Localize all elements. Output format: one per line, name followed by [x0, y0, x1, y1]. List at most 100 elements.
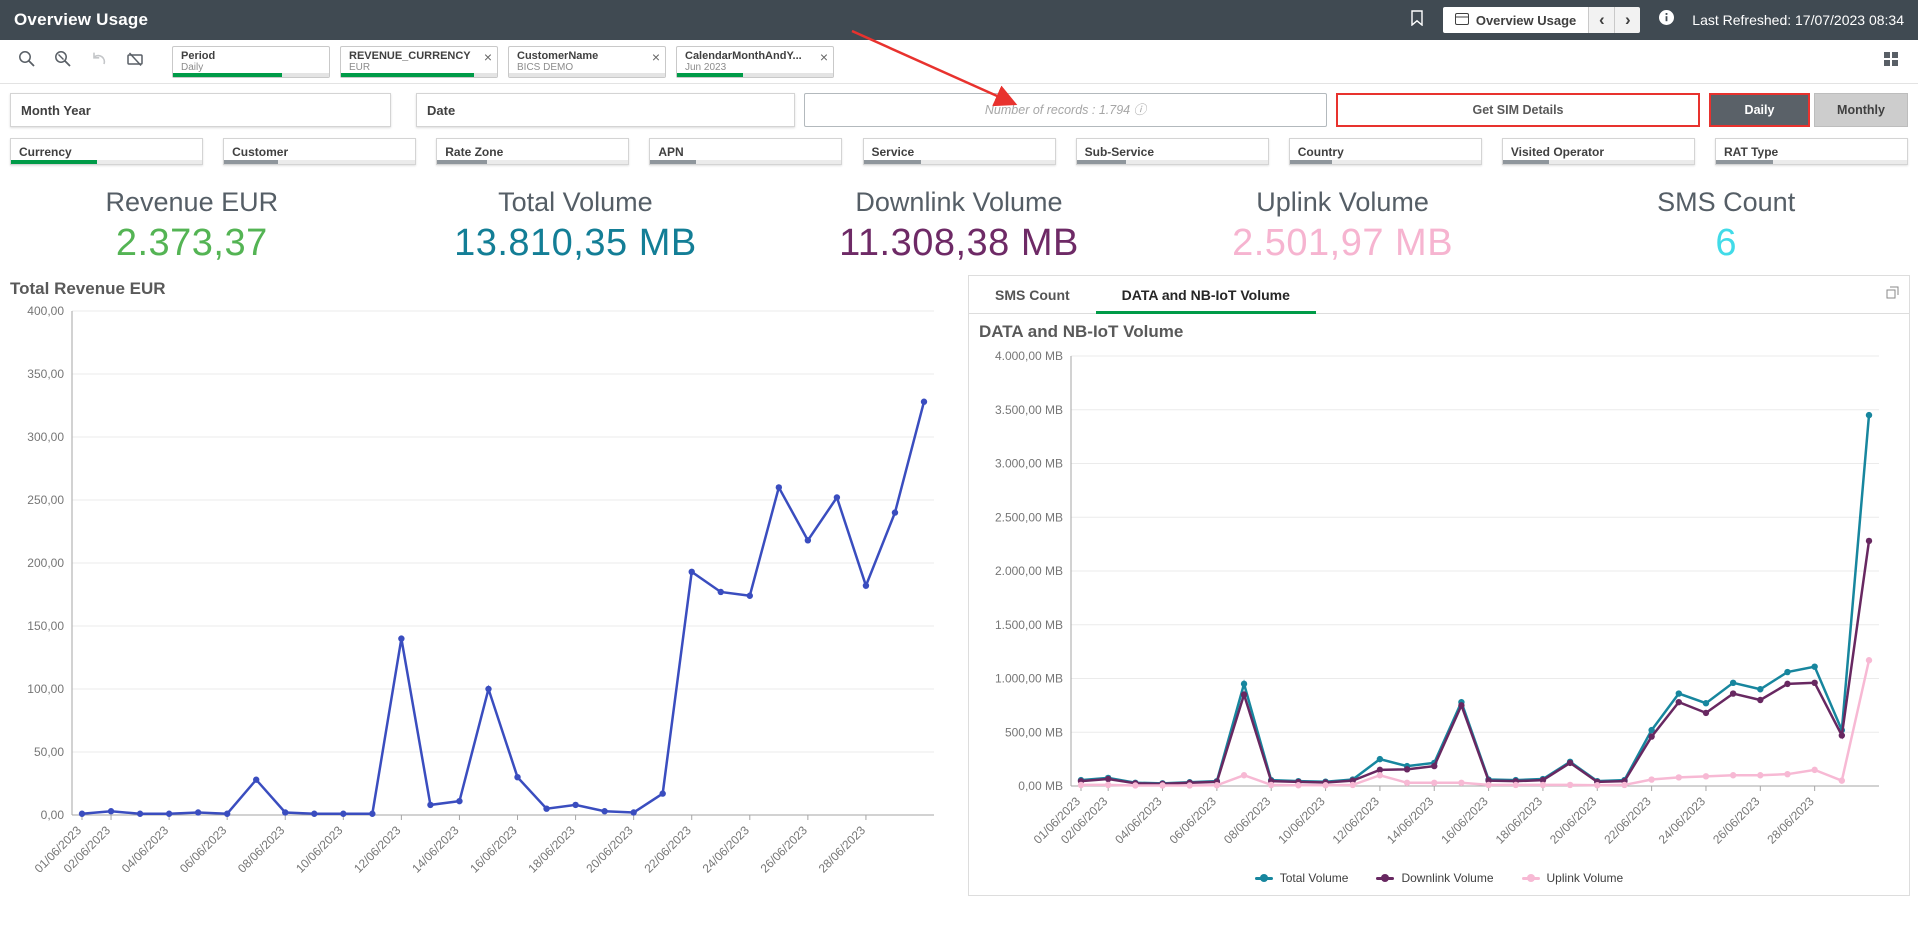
selections-back-button[interactable]: [84, 47, 114, 77]
svg-text:16/06/2023: 16/06/2023: [467, 823, 520, 876]
smart-search-button[interactable]: [12, 47, 42, 77]
pill-title: CustomerName: [517, 50, 645, 62]
revenue-line-chart[interactable]: 0,0050,00100,00150,00200,00250,00300,003…: [8, 301, 956, 896]
svg-text:250,00: 250,00: [27, 493, 64, 507]
filter-bar-dimensions: Currency Customer Rate Zone APN Service …: [0, 134, 1918, 175]
pill-value: BICS DEMO: [517, 62, 645, 73]
info-button[interactable]: [1652, 6, 1680, 34]
selections-clear-search-button[interactable]: [48, 47, 78, 77]
selection-pill-customer-name[interactable]: CustomerName BICS DEMO ×: [508, 46, 666, 78]
filter-selection-bar: [650, 160, 841, 164]
legend-label: Downlink Volume: [1401, 871, 1493, 885]
monthly-button[interactable]: Monthly: [1814, 93, 1908, 127]
chart-title: Total Revenue EUR: [8, 275, 956, 301]
svg-text:10/06/2023: 10/06/2023: [1275, 794, 1328, 847]
chevron-left-icon: ‹: [1599, 10, 1605, 30]
close-icon[interactable]: ×: [820, 50, 828, 64]
button-label: Daily: [1745, 103, 1775, 117]
service-filter[interactable]: Service: [863, 138, 1056, 165]
chart-title: DATA and NB-IoT Volume: [969, 314, 1909, 342]
last-refreshed-text: Last Refreshed: 17/07/2023 08:34: [1692, 12, 1904, 28]
sheet-navigator: Overview Usage ‹ ›: [1443, 7, 1640, 33]
info-icon: [1658, 9, 1675, 31]
selections-toolbar: Period Daily × REVENUE_CURRENCY EUR × Cu…: [0, 40, 1918, 84]
grid-view-button[interactable]: [1876, 47, 1906, 77]
kpi-title: Uplink Volume: [1151, 187, 1535, 218]
visited-operator-filter[interactable]: Visited Operator: [1502, 138, 1695, 165]
pill-selection-bar: [677, 73, 833, 77]
svg-text:04/06/2023: 04/06/2023: [1112, 794, 1165, 847]
svg-text:04/06/2023: 04/06/2023: [119, 823, 172, 876]
rate-zone-filter[interactable]: Rate Zone: [436, 138, 629, 165]
month-year-filter[interactable]: Month Year: [10, 93, 391, 127]
svg-text:26/06/2023: 26/06/2023: [758, 823, 811, 876]
kpi-value: 6: [1534, 222, 1918, 265]
selection-pill-revenue-currency[interactable]: REVENUE_CURRENCY EUR ×: [340, 46, 498, 78]
pill-value: EUR: [349, 62, 477, 73]
sub-service-filter[interactable]: Sub-Service: [1076, 138, 1269, 165]
legend-item-downlink-volume[interactable]: Downlink Volume: [1376, 871, 1493, 885]
sheet-selector-button[interactable]: Overview Usage: [1443, 7, 1588, 33]
sheet-icon: [1455, 13, 1469, 28]
tab-sms-count[interactable]: SMS Count: [969, 276, 1096, 313]
filter-label: Customer: [232, 145, 288, 159]
date-filter[interactable]: Date: [416, 93, 795, 127]
tab-data-nbiot-volume[interactable]: DATA and NB-IoT Volume: [1096, 276, 1316, 313]
svg-text:12/06/2023: 12/06/2023: [351, 823, 404, 876]
svg-text:2.000,00 MB: 2.000,00 MB: [995, 564, 1063, 578]
filter-label: Rate Zone: [445, 145, 503, 159]
sheet-name: Overview Usage: [1476, 13, 1576, 28]
svg-text:16/06/2023: 16/06/2023: [1438, 794, 1491, 847]
page-title: Overview Usage: [14, 10, 148, 30]
kpi-revenue: Revenue EUR 2.373,37: [0, 187, 384, 265]
selection-pill-period[interactable]: Period Daily ×: [172, 46, 330, 78]
svg-text:10/06/2023: 10/06/2023: [293, 823, 346, 876]
filter-selection-bar: [1716, 160, 1907, 164]
close-icon[interactable]: ×: [484, 50, 492, 64]
svg-text:14/06/2023: 14/06/2023: [409, 823, 462, 876]
next-sheet-button[interactable]: ›: [1614, 7, 1640, 33]
kpi-title: SMS Count: [1534, 187, 1918, 218]
selection-pill-calendar-month[interactable]: CalendarMonthAndY... Jun 2023 ×: [676, 46, 834, 78]
pill-title: CalendarMonthAndY...: [685, 50, 813, 62]
svg-text:1.500,00 MB: 1.500,00 MB: [995, 618, 1063, 632]
svg-text:300,00: 300,00: [27, 430, 64, 444]
svg-text:28/06/2023: 28/06/2023: [1764, 794, 1817, 847]
previous-sheet-button[interactable]: ‹: [1588, 7, 1614, 33]
clear-selections-button[interactable]: [120, 47, 150, 77]
pill-value: Jun 2023: [685, 62, 813, 73]
legend-marker: [1376, 877, 1394, 880]
number-of-records-input[interactable]: [804, 93, 1327, 127]
svg-text:24/06/2023: 24/06/2023: [700, 823, 753, 876]
svg-text:20/06/2023: 20/06/2023: [583, 823, 636, 876]
legend-item-total-volume[interactable]: Total Volume: [1255, 871, 1349, 885]
country-filter[interactable]: Country: [1289, 138, 1482, 165]
svg-text:08/06/2023: 08/06/2023: [1221, 794, 1274, 847]
volume-line-chart[interactable]: 0,00 MB500,00 MB1.000,00 MB1.500,00 MB2.…: [969, 342, 1909, 867]
filter-selection-bar: [437, 160, 628, 164]
legend-item-uplink-volume[interactable]: Uplink Volume: [1522, 871, 1624, 885]
kpi-value: 11.308,38 MB: [767, 222, 1151, 265]
expand-panel-button[interactable]: [1875, 276, 1909, 313]
filter-label: Service: [872, 145, 915, 159]
daily-button[interactable]: Daily: [1709, 93, 1810, 127]
button-label: Monthly: [1837, 103, 1885, 117]
pill-selection-bar: [509, 73, 665, 77]
get-sim-details-button[interactable]: Get SIM Details: [1336, 93, 1700, 127]
currency-filter[interactable]: Currency: [10, 138, 203, 165]
svg-text:06/06/2023: 06/06/2023: [177, 823, 230, 876]
filter-selection-bar: [1077, 160, 1268, 164]
kpi-total-volume: Total Volume 13.810,35 MB: [384, 187, 768, 265]
filter-selection-bar: [1503, 160, 1694, 164]
svg-text:22/06/2023: 22/06/2023: [641, 823, 694, 876]
bookmark-button[interactable]: [1403, 6, 1431, 34]
chevron-right-icon: ›: [1625, 10, 1631, 30]
rat-type-filter[interactable]: RAT Type: [1715, 138, 1908, 165]
apn-filter[interactable]: APN: [649, 138, 842, 165]
kpi-title: Revenue EUR: [0, 187, 384, 218]
customer-filter[interactable]: Customer: [223, 138, 416, 165]
search-icon: [17, 49, 37, 74]
svg-text:08/06/2023: 08/06/2023: [235, 823, 288, 876]
close-icon[interactable]: ×: [652, 50, 660, 64]
svg-text:200,00: 200,00: [27, 556, 64, 570]
